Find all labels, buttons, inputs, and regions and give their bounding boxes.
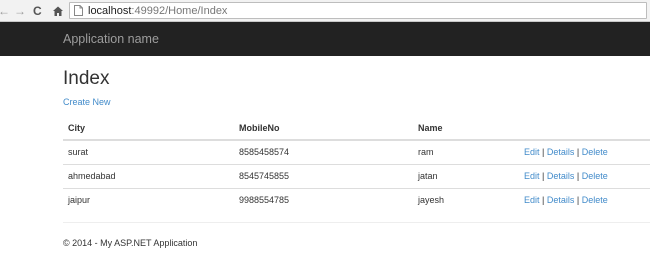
cell-mobile: 8585458574 (239, 147, 290, 158)
column-header-name: Name (413, 116, 519, 141)
delete-link[interactable]: Delete (582, 195, 608, 205)
separator: | (542, 195, 545, 206)
address-bar[interactable]: localhost:49992/Home/Index (69, 2, 647, 19)
cell-city: ahmedabad (63, 163, 234, 188)
column-header-city: City (63, 116, 234, 141)
separator: | (576, 171, 580, 181)
cell-mobile: 8545745855 (234, 163, 413, 188)
delete-link[interactable]: Delete (582, 171, 608, 181)
url-host: localhost (88, 5, 132, 17)
separator: | (576, 147, 580, 158)
cell-mobile: 9988554785 (234, 187, 413, 212)
details-link[interactable]: Details (547, 195, 575, 205)
back-arrow-icon[interactable]: ← (0, 3, 10, 19)
table-header-row: City MobileNo Name (63, 116, 650, 141)
browser-toolbar: ← → C localhost:49992/Home/Index (0, 0, 650, 22)
edit-link[interactable]: Edit (524, 195, 540, 205)
reload-icon[interactable]: C (33, 3, 42, 19)
records-table: City MobileNo Name surat 8585458574 ram … (63, 116, 650, 212)
separator: | (542, 147, 545, 158)
edit-link[interactable]: Edit (524, 171, 540, 181)
column-header-actions (519, 116, 650, 141)
footer-divider (63, 222, 650, 223)
url-text: localhost:49992/Home/Index (88, 4, 227, 18)
url-path: :49992/Home/Index (131, 5, 228, 17)
home-icon[interactable] (52, 5, 64, 17)
page-icon (74, 5, 83, 16)
table-row: ahmedabad 8545745855 jatan Edit | Detail… (63, 163, 650, 188)
footer-text: © 2014 - My ASP.NET Application (63, 238, 198, 248)
cell-name: jayesh (413, 187, 519, 212)
details-link[interactable]: Details (547, 171, 575, 181)
table-row: jaipur 9988554785 jayesh Edit | Details … (63, 187, 650, 212)
separator: | (542, 171, 545, 181)
cell-name: ram (418, 147, 434, 158)
page-title: Index (63, 68, 110, 89)
delete-link[interactable]: Delete (582, 147, 608, 157)
column-header-mobile: MobileNo (234, 116, 413, 141)
details-link[interactable]: Details (547, 147, 575, 157)
edit-link[interactable]: Edit (524, 147, 540, 157)
separator: | (576, 195, 580, 206)
row-actions: Edit | Details | Delete (519, 140, 650, 164)
table-row: surat 8585458574 ram Edit | Details | De… (63, 140, 650, 164)
row-actions: Edit | Details | Delete (519, 187, 650, 212)
cell-city: jaipur (63, 187, 234, 212)
cell-city: surat (68, 147, 89, 158)
row-actions: Edit | Details | Delete (519, 163, 650, 188)
create-new-link[interactable]: Create New (63, 97, 111, 108)
brand-link[interactable]: Application name (63, 32, 159, 46)
cell-name: jatan (413, 163, 519, 188)
forward-arrow-icon[interactable]: → (14, 3, 26, 19)
app-navbar: Application name (0, 22, 650, 56)
